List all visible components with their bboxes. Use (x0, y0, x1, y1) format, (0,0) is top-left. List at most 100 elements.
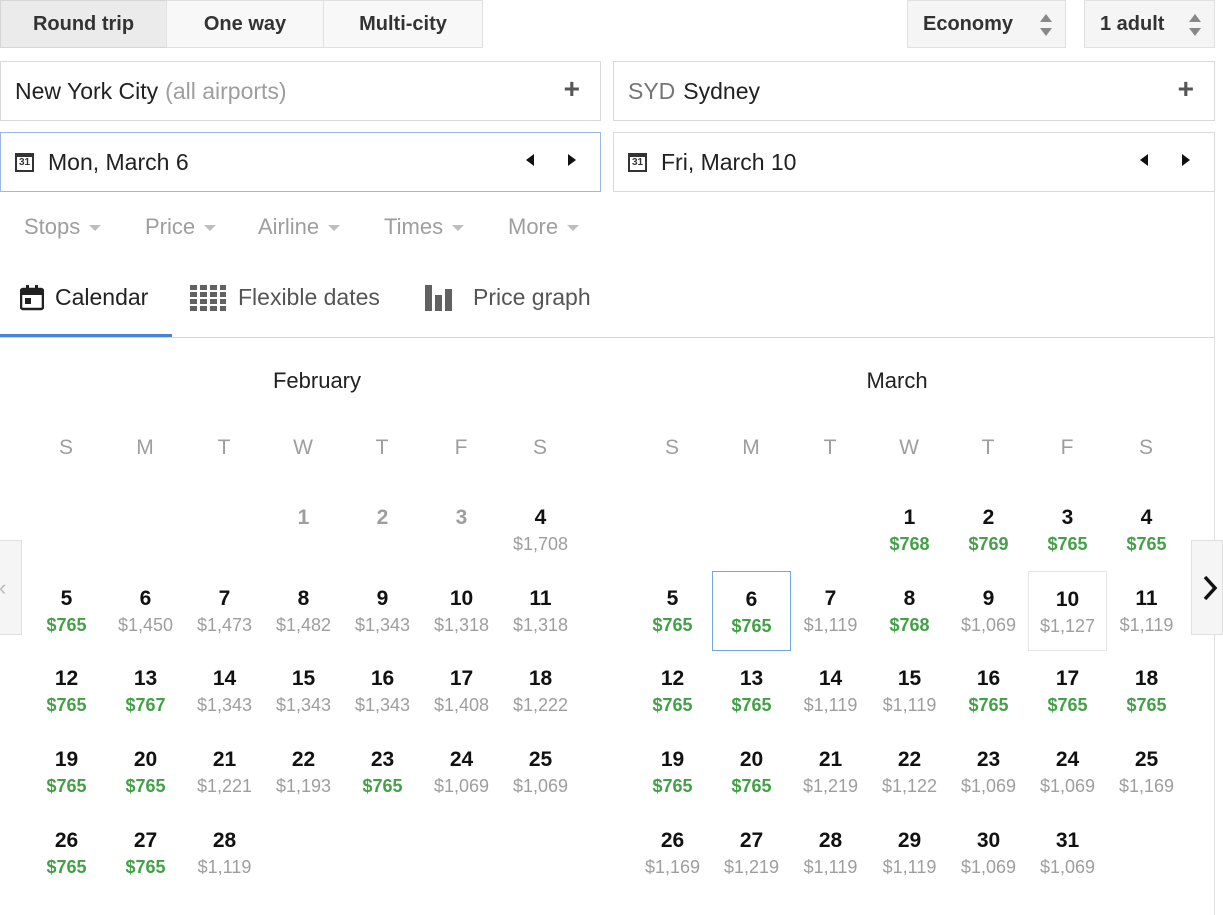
calendar-day[interactable]: 5 $765 (633, 571, 712, 651)
day-price: $765 (125, 776, 166, 797)
next-day-icon[interactable] (1182, 154, 1190, 166)
calendar-day[interactable]: 17 $1,408 (422, 651, 501, 731)
day-number: 25 (1134, 748, 1159, 772)
calendar-day[interactable]: 24 $1,069 (1028, 732, 1107, 812)
filter-more[interactable]: More (508, 214, 580, 240)
filter-times[interactable]: Times (384, 214, 465, 240)
day-number: 8 (903, 586, 916, 610)
day-price: $1,343 (196, 695, 253, 716)
day-number: 19 (54, 748, 79, 772)
day-price: $1,069 (960, 776, 1017, 797)
next-month-button[interactable] (1191, 540, 1223, 635)
day-number: 20 (133, 748, 158, 772)
origin-field[interactable]: New York City (all airports) + (0, 61, 601, 121)
tab-price-graph[interactable]: Price graph (425, 284, 591, 311)
calendar-day[interactable]: 3 $765 (1028, 490, 1107, 570)
calendar-day[interactable]: 30 $1,069 (949, 813, 1028, 893)
destination-city: Sydney (683, 77, 761, 104)
day-number: 1 (297, 506, 310, 529)
calendar-day[interactable]: 31 $1,069 (1028, 813, 1107, 893)
calendar-day[interactable]: 28 $1,119 (185, 813, 264, 893)
calendar-day[interactable]: 29 $1,119 (870, 813, 949, 893)
calendar-day[interactable]: 24 $1,069 (422, 732, 501, 812)
dropdown-caret-icon (567, 225, 580, 231)
calendar-day[interactable]: 13 $767 (106, 651, 185, 731)
tab-calendar[interactable]: Calendar (20, 284, 148, 311)
calendar-day[interactable]: 26 $1,169 (633, 813, 712, 893)
cabin-class-select[interactable]: Economy (907, 0, 1066, 48)
day-number: 17 (1055, 667, 1080, 691)
calendar-day[interactable]: 12 $765 (633, 651, 712, 731)
day-price: $768 (889, 614, 930, 635)
calendar-day[interactable]: 26 $765 (27, 813, 106, 893)
calendar-day[interactable]: 25 $1,069 (501, 732, 580, 812)
add-origin-icon[interactable]: + (564, 75, 580, 103)
calendar-day[interactable]: 16 $1,343 (343, 651, 422, 731)
calendar-day[interactable]: 10 $1,127 (1028, 570, 1107, 651)
calendar-day[interactable]: 23 $765 (343, 732, 422, 812)
filter-stops[interactable]: Stops (24, 214, 102, 240)
previous-day-icon[interactable] (526, 154, 534, 166)
calendar-day[interactable]: 27 $765 (106, 813, 185, 893)
destination-field[interactable]: SYD Sydney + (613, 61, 1215, 121)
add-destination-icon[interactable]: + (1178, 75, 1194, 103)
calendar-day[interactable]: 18 $1,222 (501, 651, 580, 731)
previous-day-icon[interactable] (1140, 154, 1148, 166)
calendar-day[interactable]: 28 $1,119 (791, 813, 870, 893)
calendar-day[interactable]: 6 $1,450 (106, 571, 185, 651)
next-day-icon[interactable] (568, 154, 576, 166)
calendar-day[interactable]: 17 $765 (1028, 651, 1107, 731)
calendar-day: 1 (264, 490, 343, 570)
calendar-day[interactable]: 6 $765 (712, 570, 791, 651)
calendar-day[interactable]: 13 $765 (712, 651, 791, 731)
calendar-day[interactable]: 5 $765 (27, 571, 106, 651)
calendar-day[interactable]: 9 $1,069 (949, 571, 1028, 651)
calendar-day[interactable]: 7 $1,119 (791, 571, 870, 651)
calendar-day[interactable]: 27 $1,219 (712, 813, 791, 893)
calendar-day[interactable]: 19 $765 (633, 732, 712, 812)
calendar-day[interactable]: 11 $1,119 (1107, 571, 1186, 651)
calendar-day[interactable]: 8 $1,482 (264, 571, 343, 651)
calendar-day[interactable]: 15 $1,119 (870, 651, 949, 731)
tab-one-way[interactable]: One way (166, 0, 324, 48)
calendar-day[interactable]: 16 $765 (949, 651, 1028, 731)
return-date-field[interactable]: 31 Fri, March 10 (613, 132, 1215, 192)
calendar-day[interactable]: 22 $1,193 (264, 732, 343, 812)
calendar-day[interactable]: 23 $1,069 (949, 732, 1028, 812)
depart-date-field[interactable]: 31 Mon, March 6 (0, 132, 601, 192)
calendar-day[interactable]: 19 $765 (27, 732, 106, 812)
calendar-day[interactable]: 25 $1,169 (1107, 732, 1186, 812)
previous-month-button[interactable]: ‹ (0, 540, 22, 635)
calendar-day[interactable]: 1 $768 (870, 490, 949, 570)
calendar-day[interactable]: 15 $1,343 (264, 651, 343, 731)
calendar-day[interactable]: 18 $765 (1107, 651, 1186, 731)
filter-price[interactable]: Price (145, 214, 217, 240)
calendar-day[interactable]: 20 $765 (712, 732, 791, 812)
return-date-value: Fri, March 10 (661, 148, 797, 175)
calendar-day[interactable]: 12 $765 (27, 651, 106, 731)
origin-city: New York City (15, 77, 159, 104)
calendar-day[interactable]: 21 $1,221 (185, 732, 264, 812)
destination-code: SYD (628, 77, 676, 104)
calendar-day[interactable]: 14 $1,343 (185, 651, 264, 731)
tab-multi-city[interactable]: Multi-city (323, 0, 483, 48)
calendar-day[interactable]: 9 $1,343 (343, 571, 422, 651)
calendar-day[interactable]: 22 $1,122 (870, 732, 949, 812)
calendar-day[interactable]: 4 $1,708 (501, 490, 580, 570)
calendar-day[interactable]: 8 $768 (870, 571, 949, 651)
calendar-day[interactable]: 7 $1,473 (185, 571, 264, 651)
calendar-day[interactable]: 20 $765 (106, 732, 185, 812)
calendar-day[interactable]: 10 $1,318 (422, 571, 501, 651)
tab-flexible-dates[interactable]: Flexible dates (190, 284, 380, 311)
cabin-class-value: Economy (923, 12, 1014, 35)
day-price: $1,343 (354, 614, 411, 635)
calendar-day[interactable]: 2 $769 (949, 490, 1028, 570)
calendar-day[interactable]: 21 $1,219 (791, 732, 870, 812)
passengers-select[interactable]: 1 adult (1084, 0, 1215, 48)
filter-airline[interactable]: Airline (258, 214, 341, 240)
calendar-day[interactable]: 14 $1,119 (791, 651, 870, 731)
tab-round-trip[interactable]: Round trip (0, 0, 167, 48)
calendar-day[interactable]: 11 $1,318 (501, 571, 580, 651)
day-price: $769 (968, 534, 1009, 554)
calendar-day[interactable]: 4 $765 (1107, 490, 1186, 570)
